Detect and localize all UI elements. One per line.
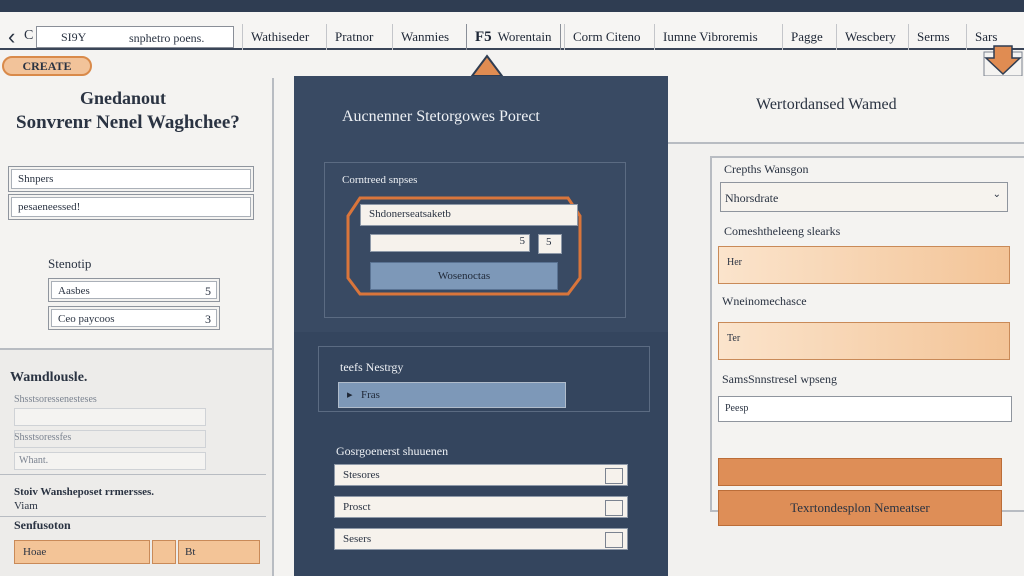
arrow-down-icon <box>983 45 1023 77</box>
center-top-section: Aucnenner Stetorgowes Porect Corntreed s… <box>294 76 668 332</box>
left-section-3-title: Senfusoton <box>14 518 71 532</box>
center-row-0[interactable]: Stesores <box>334 464 628 486</box>
create-badge[interactable]: CREATE <box>2 56 92 76</box>
right-select-1[interactable]: Nhorsdrate ⌄ <box>720 182 1008 212</box>
tab-7[interactable]: Wescbery <box>836 24 904 50</box>
center-row-2[interactable]: Sesers <box>334 528 628 550</box>
tab-5[interactable]: Iumne Vibroremis <box>654 24 766 50</box>
center-group-2-title: teefs Nestrgy <box>340 360 404 374</box>
right-header: Wertordansed Wamed <box>668 76 1024 144</box>
left-divider-2 <box>0 474 266 475</box>
ghost-input-1[interactable] <box>14 408 206 426</box>
center-select[interactable]: Fras ▸ <box>338 382 566 408</box>
center-panel: Aucnenner Stetorgowes Porect Corntreed s… <box>294 76 668 576</box>
right-input-2[interactable]: Her <box>718 246 1010 284</box>
center-primary-button[interactable]: Wosenoctas <box>370 262 558 290</box>
chevron-right-icon: ▸ <box>347 389 353 401</box>
left-button-spacer[interactable] <box>152 540 176 564</box>
page-icon: F5 <box>475 29 492 45</box>
center-input[interactable]: 5 <box>370 234 530 252</box>
back-icon[interactable]: ‹ <box>8 24 15 50</box>
ghost-input-2[interactable] <box>14 430 206 448</box>
left-section-2-title: Wamdlousle. <box>10 370 88 385</box>
left-divider-3 <box>0 516 266 517</box>
reload-button[interactable]: C <box>24 28 33 44</box>
tab-2[interactable]: Wanmies <box>392 24 457 50</box>
left-field-1[interactable]: Shnpers <box>8 166 254 192</box>
address-short: SI9Y <box>61 30 87 44</box>
right-label-4: SamsSnnstresel wpseng <box>722 372 837 386</box>
right-input-3[interactable]: Ter <box>718 322 1010 360</box>
tab-0[interactable]: Wathiseder <box>242 24 317 50</box>
left-field-4[interactable]: Ceo paycoos 3 <box>48 306 220 330</box>
right-panel: Wertordansed Wamed Crepths Wansgon Nhors… <box>668 76 1024 576</box>
browser-toolbar: ‹ C SI9Y snphetro poens. Wathiseder Prat… <box>0 0 1024 50</box>
left-section-1-title: Stenotip <box>48 256 92 271</box>
right-label-3: Wneinomechasce <box>722 294 807 308</box>
tab-3[interactable]: F5 Worentain <box>466 24 561 50</box>
tab-8[interactable]: Serms <box>908 24 958 50</box>
left-sidebar: Gnedanout Sonvrenr Nenel Waghchee? Shnpe… <box>0 78 274 576</box>
left-button-2[interactable]: Bt <box>178 540 260 564</box>
left-title-2: Sonvrenr Nenel Waghchee? <box>16 112 240 133</box>
tab-1[interactable]: Pratnor <box>326 24 381 50</box>
right-button-top[interactable] <box>718 458 1002 486</box>
right-label-2: Comeshtheleeng slearks <box>724 224 841 238</box>
tab-4[interactable]: Corm Citeno <box>564 24 649 50</box>
center-group-1-title: Corntreed snpses <box>342 174 418 186</box>
right-primary-button[interactable]: Texrtondesplon Nemeatser <box>718 490 1002 526</box>
right-input-4[interactable]: Peesp <box>718 396 1012 422</box>
note-line-1: Stoiv Wansheposet rrmersses. <box>14 486 155 498</box>
checkbox[interactable] <box>605 500 623 516</box>
chevron-down-icon: ⌄ <box>992 189 1001 200</box>
left-title-1: Gnedanout <box>80 88 167 108</box>
center-small-toggle[interactable]: 5 <box>538 234 562 254</box>
tab-6[interactable]: Pagge <box>782 24 831 50</box>
center-header: Aucnenner Stetorgowes Porect <box>342 108 540 125</box>
address-text: snphetro poens. <box>129 31 205 45</box>
address-bar[interactable]: SI9Y snphetro poens. <box>36 26 234 48</box>
left-field-2[interactable]: pesaeneessed! <box>8 194 254 220</box>
left-button-1[interactable]: Hoae <box>14 540 150 564</box>
left-field-3[interactable]: Aasbes 5 <box>48 278 220 302</box>
note-line-2: Viam <box>14 500 38 512</box>
checkbox[interactable] <box>605 532 623 548</box>
right-label-1: Crepths Wansgon <box>724 162 809 176</box>
center-row-1[interactable]: Prosct <box>334 496 628 518</box>
checkbox[interactable] <box>605 468 623 484</box>
ghost-input-3[interactable]: Whant. <box>14 452 206 470</box>
ghost-label-1: Shsstsoressenesteses <box>14 394 97 405</box>
right-header-title: Wertordansed Wamed <box>756 96 897 113</box>
center-group-3-title: Gosrgoenerst shuuenen <box>336 444 449 458</box>
highlight-field[interactable]: Shdonerseatsaketb <box>360 204 578 226</box>
